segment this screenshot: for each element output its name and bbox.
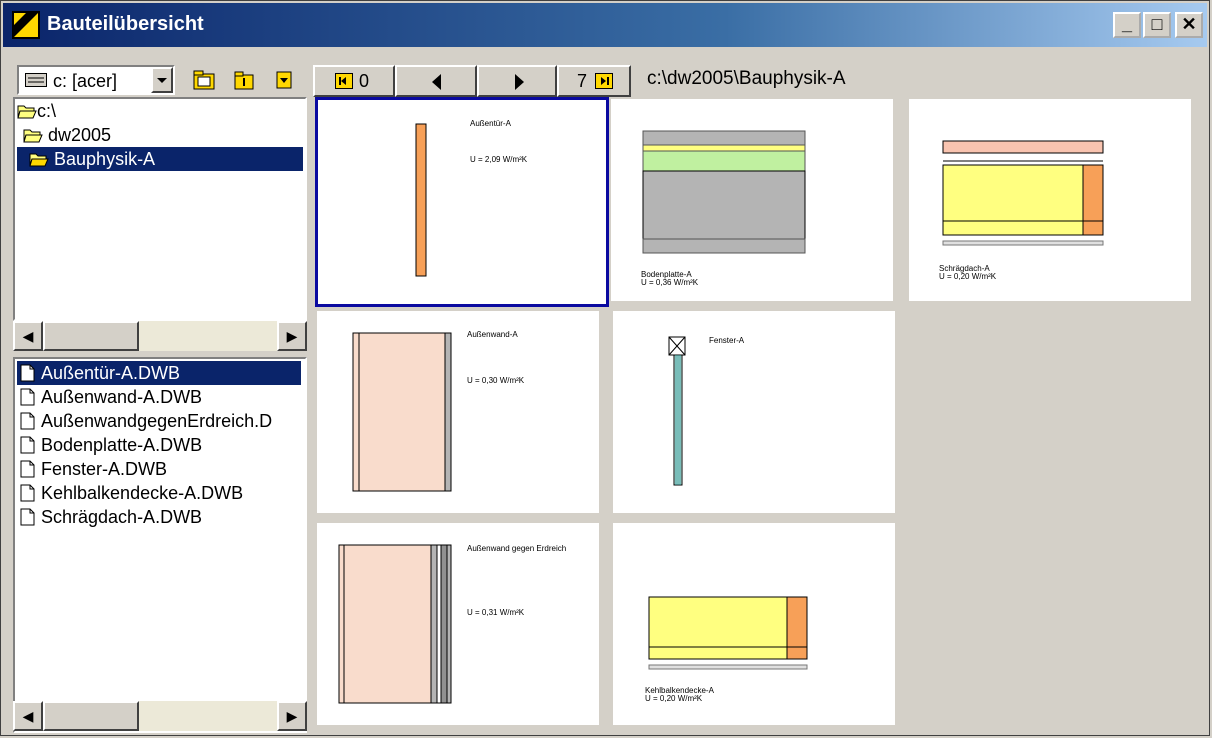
tree-scrollbar[interactable]: ◀ ▶: [13, 321, 307, 351]
file-icon: [20, 388, 35, 406]
thumbnail-u-value: U = 0,20 W/m²K: [939, 272, 997, 281]
thumbnail-aussenwand[interactable]: Außenwand-A U = 0,30 W/m²K: [317, 311, 599, 513]
drive-icon: [25, 73, 47, 87]
file-icon: [20, 412, 35, 430]
file-item-label: Außenwand-A.DWB: [41, 387, 203, 407]
thumbnail-u-value: U = 0,30 W/m²K: [467, 376, 525, 385]
thumbnail-aussenwand-erdreich[interactable]: Außenwand gegen Erdreich U = 0,31 W/m²K: [317, 523, 599, 725]
thumbnail-bodenplatte[interactable]: Bodenplatte-A U = 0,36 W/m²K: [611, 99, 893, 301]
close-button[interactable]: ✕: [1175, 12, 1203, 38]
folder-open-icon: [17, 105, 37, 119]
file-icon: [20, 484, 35, 502]
file-item-label: AußenwandgegenErdreich.D: [41, 411, 273, 431]
arrow-left-icon: [432, 74, 441, 90]
folder-tree[interactable]: c:\ dw2005 Bauphysik-A: [13, 97, 307, 321]
folder-open-icon: [29, 153, 49, 167]
scroll-right-icon[interactable]: ▶: [277, 321, 307, 351]
last-icon: [595, 73, 613, 89]
scroll-left-icon[interactable]: ◀: [13, 701, 43, 731]
file-item-label: Fenster-A.DWB: [41, 459, 168, 479]
tree-item-bauphysik[interactable]: Bauphysik-A: [17, 147, 303, 171]
scroll-right-icon[interactable]: ▶: [277, 701, 307, 731]
thumbnail-fenster[interactable]: Fenster-A: [613, 311, 895, 513]
file-item-label: Bodenplatte-A.DWB: [41, 435, 203, 455]
thumbnail-u-value: U = 0,20 W/m²K: [645, 694, 703, 703]
last-count: 7: [577, 71, 588, 91]
thumbnail-name: Außentür-A: [470, 119, 511, 128]
tree-item-label: c:\: [37, 101, 57, 121]
thumbnail-u-value: U = 0,36 W/m²K: [641, 278, 699, 287]
tree-item-c[interactable]: c:\: [17, 99, 56, 123]
arrow-right-icon: [515, 74, 524, 90]
window: Bauteilübersicht _ □ ✕ c: [acer] 0 7 c:\…: [0, 0, 1210, 736]
file-item[interactable]: Schrägdach-A.DWB: [17, 505, 202, 529]
file-icon: [20, 460, 35, 478]
current-path: c:\dw2005\Bauphysik-A: [647, 68, 846, 89]
thumbnail-schraegdach[interactable]: Schrägdach-A U = 0,20 W/m²K: [909, 99, 1191, 301]
next-button[interactable]: [477, 65, 557, 97]
file-icon: [20, 508, 35, 526]
folder-down-icon[interactable]: [271, 67, 297, 93]
file-icon: [20, 364, 35, 382]
folder-open-icon: [23, 129, 43, 143]
construction-drawing: [415, 123, 427, 277]
thumbnail-u-value: U = 0,31 W/m²K: [467, 608, 525, 617]
drive-label: c: [acer]: [53, 71, 118, 91]
first-icon: [335, 73, 353, 89]
file-item[interactable]: AußenwandgegenErdreich.D: [17, 409, 272, 433]
construction-drawing: [352, 332, 452, 492]
thumbnail-kehlbalkendecke[interactable]: Kehlbalkendecke-A U = 0,20 W/m²K: [613, 523, 895, 725]
file-item-label: Schrägdach-A.DWB: [41, 507, 203, 527]
tree-item-dw2005[interactable]: dw2005: [23, 123, 111, 147]
file-item-label: Kehlbalkendecke-A.DWB: [41, 483, 244, 503]
thumbnail-u-value: U = 2,09 W/m²K: [470, 155, 528, 164]
tree-item-label: dw2005: [48, 125, 112, 145]
minimize-button[interactable]: _: [1113, 12, 1141, 38]
file-item[interactable]: Bodenplatte-A.DWB: [17, 433, 202, 457]
first-button[interactable]: 0: [313, 65, 395, 97]
file-item[interactable]: Außenwand-A.DWB: [17, 385, 202, 409]
maximize-button[interactable]: □: [1143, 12, 1171, 38]
title-bar[interactable]: Bauteilübersicht _ □ ✕: [3, 3, 1207, 47]
file-item[interactable]: Fenster-A.DWB: [17, 457, 167, 481]
scroll-thumb[interactable]: [43, 701, 139, 731]
scroll-left-icon[interactable]: ◀: [13, 321, 43, 351]
construction-drawing: [338, 544, 452, 704]
thumbnail-name: Außenwand gegen Erdreich: [467, 544, 567, 553]
file-icon: [20, 436, 35, 454]
file-scrollbar[interactable]: ◀ ▶: [13, 701, 307, 731]
chevron-down-icon[interactable]: [151, 67, 173, 93]
thumbnail-name: Fenster-A: [709, 336, 745, 345]
file-item[interactable]: Außentür-A.DWB: [17, 361, 301, 385]
folder-up-icon[interactable]: [191, 67, 217, 93]
drive-select[interactable]: c: [acer]: [17, 65, 175, 95]
thumbnail-name: Außenwand-A: [467, 330, 518, 339]
file-item-label: Außentür-A.DWB: [41, 363, 181, 383]
scroll-thumb[interactable]: [43, 321, 139, 351]
app-icon: [12, 11, 40, 39]
thumbnail-area: Außentür-A U = 2,09 W/m²K Bodenplatte-A …: [313, 97, 1207, 733]
previous-button[interactable]: [395, 65, 477, 97]
tree-item-label: Bauphysik-A: [54, 149, 156, 169]
file-list[interactable]: Außentür-A.DWB Außenwand-A.DWB Außenwandge…: [13, 357, 307, 733]
folder-new-icon[interactable]: [231, 67, 257, 93]
file-item[interactable]: Kehlbalkendecke-A.DWB: [17, 481, 243, 505]
last-button[interactable]: 7: [557, 65, 631, 97]
first-count: 0: [359, 71, 370, 91]
thumbnail-aussentuer[interactable]: Außentür-A U = 2,09 W/m²K: [315, 97, 609, 307]
construction-drawing: [668, 336, 686, 486]
window-title: Bauteilübersicht: [47, 13, 204, 35]
